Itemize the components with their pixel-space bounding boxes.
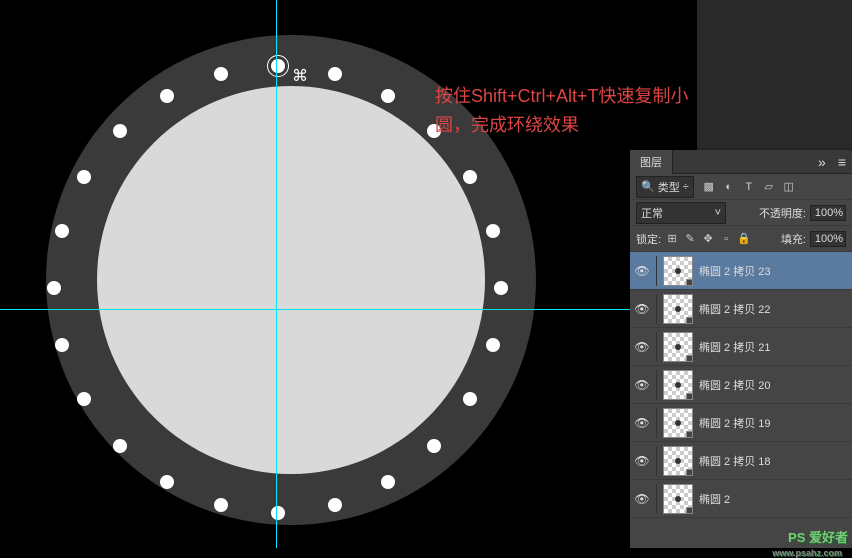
ring-dot[interactable] — [214, 67, 228, 81]
ring-dot[interactable] — [328, 498, 342, 512]
filter-smart-icon[interactable]: ◫ — [782, 180, 796, 194]
blend-mode-select[interactable]: 正常 ˅ — [636, 202, 726, 224]
visibility-eye-icon[interactable]: 👁 — [634, 415, 650, 431]
visibility-eye-icon[interactable]: 👁 — [634, 453, 650, 469]
layers-panel: 图层 » ≡ 🔍 类型 ÷ ▩ ◐ T ▱ ◫ 正常 ˅ 不透明度: 100% … — [630, 150, 852, 548]
layer-row[interactable]: 👁 椭圆 2 拷贝 21 — [630, 328, 852, 366]
lock-fill-row: 锁定: ⊞ ✎ ✥ ▫ 🔒 填充: 100% — [630, 226, 852, 252]
layer-row[interactable]: 👁 椭圆 2 — [630, 480, 852, 518]
ring-dot[interactable] — [486, 224, 500, 238]
filter-type-select[interactable]: 🔍 类型 ÷ — [636, 176, 694, 198]
horizontal-guide[interactable] — [0, 309, 630, 310]
layer-row[interactable]: 👁 椭圆 2 拷贝 22 — [630, 290, 852, 328]
lock-position-icon[interactable]: ✥ — [701, 232, 715, 246]
visibility-eye-icon[interactable]: 👁 — [634, 263, 650, 279]
ring-dot[interactable] — [160, 475, 174, 489]
lock-pixels-icon[interactable]: ✎ — [683, 232, 697, 246]
ring-dot[interactable] — [47, 281, 61, 295]
watermark-logo: PS 爱好者 www.psahz.com — [788, 527, 848, 546]
layer-row[interactable]: 👁 椭圆 2 拷贝 23 — [630, 252, 852, 290]
ring-dot[interactable] — [77, 392, 91, 406]
watermark-text: PS 爱好者 — [788, 530, 848, 545]
ring-dot[interactable] — [55, 338, 69, 352]
filter-adjust-icon[interactable]: ◐ — [722, 180, 736, 194]
filter-shape-icon[interactable]: ▱ — [762, 180, 776, 194]
layer-name: 椭圆 2 拷贝 18 — [699, 453, 848, 469]
ring-dot[interactable] — [214, 498, 228, 512]
blend-mode-value: 正常 — [641, 205, 663, 221]
layer-row[interactable]: 👁 椭圆 2 拷贝 18 — [630, 442, 852, 480]
layer-name: 椭圆 2 拷贝 20 — [699, 377, 848, 393]
ring-dot[interactable] — [113, 439, 127, 453]
ring-dot[interactable] — [271, 59, 285, 73]
layer-thumbnail[interactable] — [663, 408, 693, 438]
blend-opacity-row: 正常 ˅ 不透明度: 100% — [630, 200, 852, 226]
annotation-line2: 圆，完成环绕效果 — [435, 111, 689, 140]
visibility-eye-icon[interactable]: 👁 — [634, 339, 650, 355]
fill-value[interactable]: 100% — [810, 231, 846, 247]
opacity-label: 不透明度: — [759, 205, 806, 221]
ring-dot[interactable] — [271, 506, 285, 520]
layer-thumbnail[interactable] — [663, 294, 693, 324]
layer-row[interactable]: 👁 椭圆 2 拷贝 20 — [630, 366, 852, 404]
annotation-line1: 按住Shift+Ctrl+Alt+T快速复制小 — [435, 82, 689, 111]
lock-artboard-icon[interactable]: ▫ — [719, 232, 733, 246]
layer-name: 椭圆 2 拷贝 22 — [699, 301, 848, 317]
inner-circle-shape — [97, 86, 485, 474]
ring-dot[interactable] — [486, 338, 500, 352]
ring-dot[interactable] — [494, 281, 508, 295]
layer-filter-row: 🔍 类型 ÷ ▩ ◐ T ▱ ◫ — [630, 174, 852, 200]
lock-transparent-icon[interactable]: ⊞ — [665, 232, 679, 246]
layer-thumbnail[interactable] — [663, 446, 693, 476]
background-fade — [697, 0, 852, 150]
tab-layers[interactable]: 图层 — [630, 150, 673, 174]
layer-name: 椭圆 2 拷贝 21 — [699, 339, 848, 355]
chevron-down-icon: ÷ — [683, 181, 689, 193]
ring-dot[interactable] — [381, 475, 395, 489]
vertical-guide[interactable] — [276, 0, 277, 548]
ring-dot[interactable] — [427, 439, 441, 453]
watermark-url: www.psahz.com — [772, 548, 842, 558]
layer-thumbnail[interactable] — [663, 370, 693, 400]
layer-thumbnail[interactable] — [663, 256, 693, 286]
search-icon: 🔍 — [641, 180, 655, 193]
layer-row[interactable]: 👁 椭圆 2 拷贝 19 — [630, 404, 852, 442]
filter-type-icon[interactable]: T — [742, 180, 756, 194]
layer-name: 椭圆 2 拷贝 19 — [699, 415, 848, 431]
filter-label: 类型 — [658, 179, 680, 195]
lock-label: 锁定: — [636, 231, 661, 247]
panel-options-icon[interactable]: ≡ — [832, 154, 852, 170]
ring-dot[interactable] — [113, 124, 127, 138]
layer-thumbnail[interactable] — [663, 484, 693, 514]
ring-dot[interactable] — [381, 89, 395, 103]
layer-list: 👁 椭圆 2 拷贝 23 👁 椭圆 2 拷贝 22 👁 椭圆 2 拷贝 21 👁 椭圆 2 拷… — [630, 252, 852, 518]
ring-dot[interactable] — [463, 170, 477, 184]
opacity-value[interactable]: 100% — [810, 205, 846, 221]
ring-dot[interactable] — [328, 67, 342, 81]
panel-tabbar: 图层 » ≡ — [630, 150, 852, 174]
layer-name: 椭圆 2 — [699, 491, 848, 507]
panel-collapse-icon[interactable]: » — [812, 154, 832, 170]
layer-thumbnail[interactable] — [663, 332, 693, 362]
ring-dot[interactable] — [463, 392, 477, 406]
instruction-annotation: 按住Shift+Ctrl+Alt+T快速复制小 圆，完成环绕效果 — [435, 82, 689, 140]
filter-pixel-icon[interactable]: ▩ — [702, 180, 716, 194]
ring-dot[interactable] — [77, 170, 91, 184]
lock-all-icon[interactable]: 🔒 — [737, 232, 751, 246]
transform-origin-marker: ⌘ — [290, 66, 310, 86]
layer-name: 椭圆 2 拷贝 23 — [699, 263, 848, 279]
fill-label: 填充: — [781, 231, 806, 247]
ring-dot[interactable] — [55, 224, 69, 238]
visibility-eye-icon[interactable]: 👁 — [634, 491, 650, 507]
ring-dot[interactable] — [160, 89, 174, 103]
chevron-down-icon: ˅ — [715, 207, 721, 219]
visibility-eye-icon[interactable]: 👁 — [634, 301, 650, 317]
visibility-eye-icon[interactable]: 👁 — [634, 377, 650, 393]
